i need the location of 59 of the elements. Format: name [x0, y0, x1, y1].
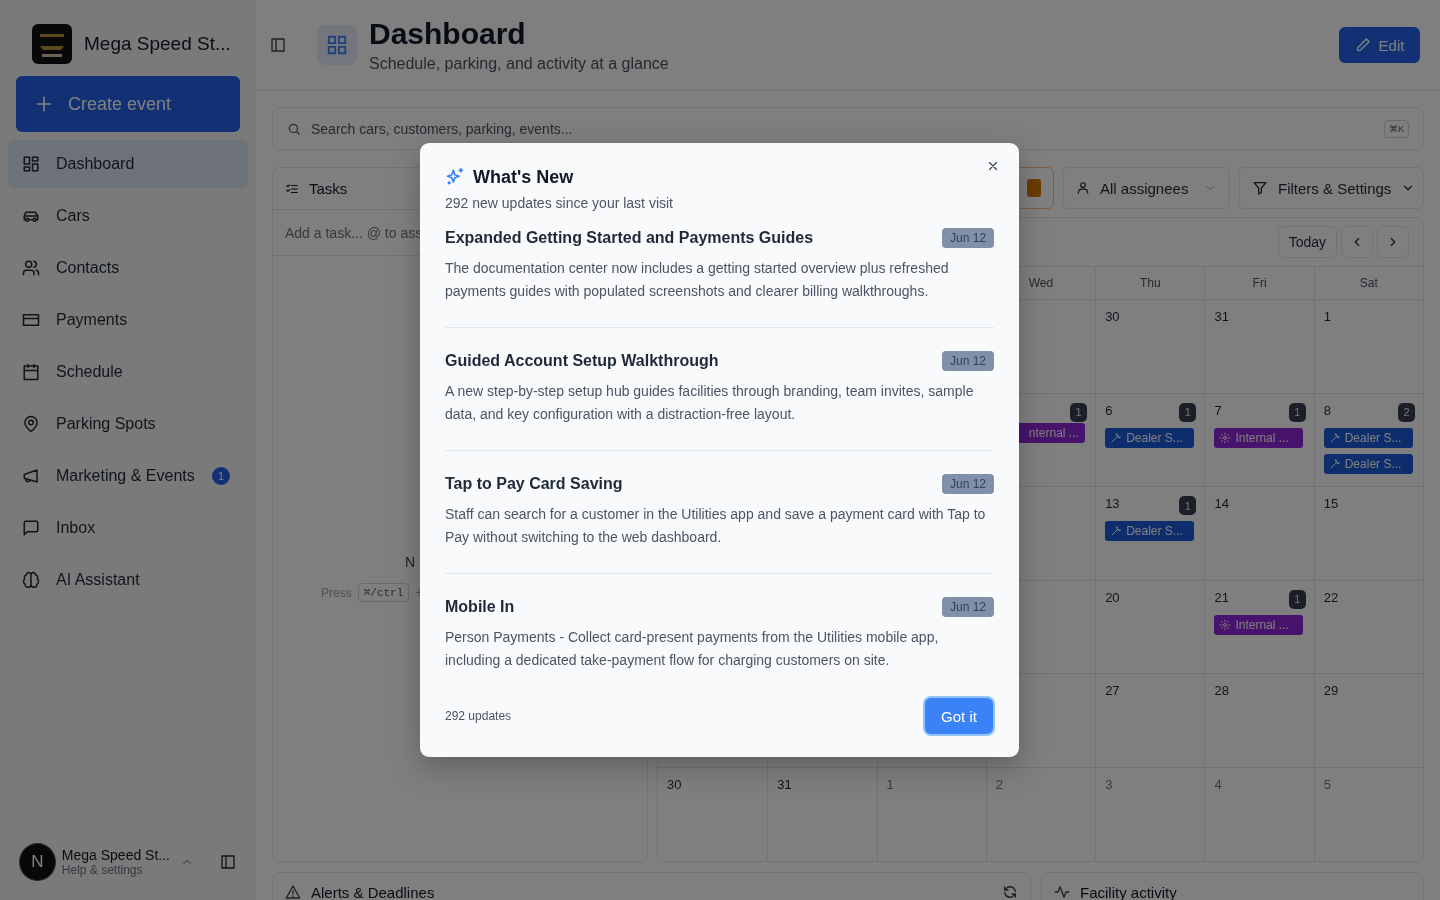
account-name: Mega Speed St... [61, 847, 171, 863]
page-title: Dashboard [369, 17, 527, 51]
day-number: 27 [1105, 682, 1120, 700]
day-number: 1 [886, 775, 894, 794]
update-title: Guided Account Setup Walkthrough [445, 352, 719, 370]
search-placeholder: Search cars, customers, parking, events... [311, 120, 573, 137]
date-badge: Jun 12 [941, 351, 994, 371]
weekday-label: Wed [1028, 276, 1054, 290]
count-badge: 1 [212, 467, 230, 485]
day-number: 29 [1323, 682, 1339, 700]
day-number: 30 [1105, 308, 1120, 326]
date-badge: Jun 12 [941, 228, 994, 248]
empty-state-text: N [405, 554, 416, 570]
day-number: 20 [1105, 588, 1120, 607]
brand-name: Mega Speed St... [84, 33, 231, 55]
day-number: 13 [1105, 495, 1120, 513]
event-count: 1 [1179, 402, 1197, 422]
update-description: Person Payments - Collect card-present payments from the Utilities mobile app, including a dedicated take-payment flow for charging customers on site. [445, 628, 940, 670]
update-description: Staff can search for a customer in the Utilities app and save a payment card with Tap to Pay without switching to the web dashboard. [445, 505, 987, 547]
weekday-label: Sat [1359, 276, 1378, 290]
page-subtitle: Schedule, parking, and activity at a glance [369, 55, 669, 73]
day-number: 8 [1323, 401, 1331, 420]
day-number: 15 [1323, 495, 1339, 513]
day-number: 31 [777, 775, 792, 794]
day-number: 21 [1214, 588, 1229, 607]
panel-title: Tasks [309, 180, 348, 197]
account-subtitle: Help & settings [61, 863, 144, 877]
day-number: 2 [995, 775, 1004, 794]
day-number: 7 [1214, 401, 1222, 420]
event-count: 2 [1398, 402, 1415, 422]
event-count: 1 [1070, 402, 1088, 422]
shortcut-key: ⌘/ctrl [357, 583, 410, 602]
day-number: 14 [1214, 495, 1229, 513]
day-number: 30 [667, 775, 682, 794]
update-title: Mobile In [445, 598, 515, 616]
day-number: 4 [1214, 775, 1222, 794]
event-count: 1 [1288, 402, 1306, 422]
date-badge: Jun 12 [941, 474, 994, 494]
event-count: 1 [1288, 589, 1306, 609]
day-number: 1 [1323, 308, 1331, 326]
weekday-label: Fri [1252, 276, 1267, 290]
day-number: 28 [1214, 682, 1229, 700]
weekday-label: Thu [1139, 276, 1161, 290]
event-count: 1 [1179, 496, 1197, 515]
update-title: Tap to Pay Card Saving [445, 475, 623, 493]
dialog-subtitle: 292 new updates since your last visit [445, 195, 674, 211]
date-badge: Jun 12 [941, 597, 994, 617]
day-number: 31 [1214, 308, 1229, 326]
update-description: The documentation center now includes a getting started overview plus refreshed payments guides with populated screenshots and clearer billing walkthroughs. [445, 259, 950, 301]
day-number: 6 [1105, 401, 1113, 420]
panel-title: Alerts & Deadlines [311, 884, 435, 900]
update-count: 292 updates [445, 709, 512, 723]
day-number: 5 [1323, 775, 1331, 794]
dialog-title: What's New [473, 166, 574, 188]
update-description: A new step-by-step setup hub guides facilities through branding, team invites, sample data, and key configuration with a distraction-free layout. [445, 382, 975, 424]
day-number: 22 [1323, 588, 1339, 607]
day-number: 3 [1105, 775, 1113, 794]
shortcut-key: ⌘K [1384, 119, 1409, 138]
update-title: Expanded Getting Started and Payments Guides [445, 229, 814, 247]
